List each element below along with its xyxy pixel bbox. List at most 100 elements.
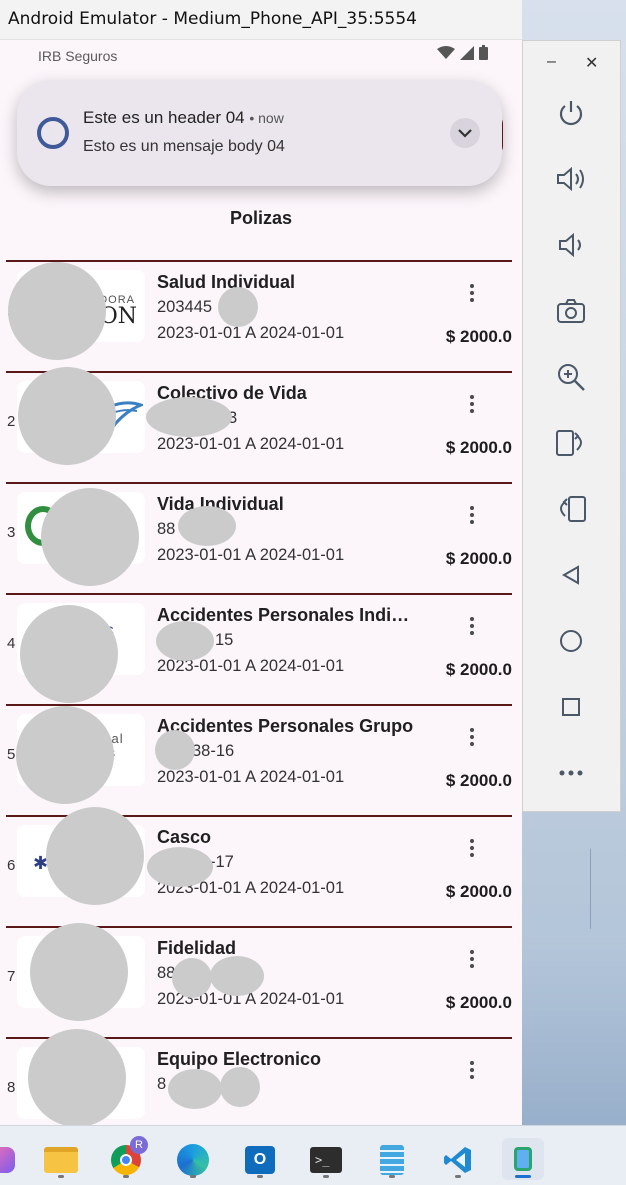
policy-row[interactable]: 2 Colectivo de Vida 3 2023-01-01 A 2024-… <box>6 367 512 482</box>
redaction-blob <box>46 807 144 905</box>
notification-header: Este es un header 04 • now <box>83 108 284 128</box>
notepad-icon[interactable] <box>374 1142 410 1178</box>
more-options-icon[interactable] <box>468 1061 476 1081</box>
row-index: 3 <box>7 524 16 541</box>
back-button[interactable] <box>551 555 591 595</box>
file-explorer-icon[interactable] <box>43 1142 79 1178</box>
policy-name: Equipo Electronico <box>157 1049 322 1069</box>
more-options-icon[interactable] <box>468 284 476 304</box>
rotate-right-icon <box>560 496 586 522</box>
camera-icon <box>557 299 585 323</box>
notification-time: • now <box>249 110 284 126</box>
redaction-blob <box>28 1029 126 1125</box>
policy-row[interactable]: 5 onal ros Accidentes Personales Grupo 3… <box>6 704 512 815</box>
power-button[interactable] <box>551 93 591 133</box>
redaction-blob <box>30 923 128 1021</box>
expand-notification-button[interactable] <box>450 118 480 148</box>
redaction-blob <box>172 958 212 998</box>
policy-row[interactable]: 1 ADORA ON Salud Individual 203445 2023-… <box>6 260 512 371</box>
row-index: 2 <box>7 413 16 430</box>
row-index: 4 <box>7 635 16 652</box>
redaction-blob <box>210 956 264 996</box>
policy-name: Casco <box>157 827 212 847</box>
home-button[interactable] <box>551 621 591 661</box>
row-index: 7 <box>7 968 16 985</box>
redaction-blob <box>16 706 114 804</box>
policy-row[interactable]: 3 Vida Individual 88 2023-01-01 A 2024-0… <box>6 482 512 593</box>
volume-down-icon <box>559 232 581 258</box>
policy-number: -17 <box>210 853 234 871</box>
redaction-blob <box>41 488 139 586</box>
rotate-right-button[interactable] <box>551 489 591 529</box>
chevron-down-icon <box>458 129 472 138</box>
back-icon <box>561 565 579 585</box>
chrome-profile-badge: R <box>130 1136 148 1154</box>
redaction-blob <box>18 367 116 465</box>
more-button[interactable] <box>551 753 591 793</box>
volume-up-icon <box>557 166 584 192</box>
redaction-blob <box>220 1067 260 1107</box>
zoom-icon <box>558 364 585 391</box>
policy-amount: $ 2000.0 <box>445 771 512 790</box>
policy-number: 15 <box>215 631 234 649</box>
power-icon <box>559 101 583 126</box>
policy-amount: $ 2000.0 <box>445 549 512 568</box>
more-icon <box>559 770 583 776</box>
zoom-button[interactable] <box>551 357 591 397</box>
redaction-blob <box>156 621 214 661</box>
more-options-icon[interactable] <box>468 839 476 859</box>
home-icon <box>560 630 582 652</box>
page-title: Polizas <box>229 208 293 228</box>
battery-icon <box>479 45 488 60</box>
policy-row[interactable]: 8 Equipo Electronico 8 <box>6 1029 512 1125</box>
policy-amount: $ 2000.0 <box>445 993 512 1012</box>
volume-down-button[interactable] <box>551 225 591 265</box>
more-options-icon[interactable] <box>468 617 476 637</box>
policy-row[interactable]: 4 S Accidentes Personales Individual 15 … <box>6 593 512 704</box>
taskbar: R O >_ <box>0 1125 626 1185</box>
signal-icon <box>460 45 474 60</box>
redaction-blob <box>147 847 213 887</box>
policy-dates: 2023-01-01 A 2024-01-01 <box>157 768 345 786</box>
overview-button[interactable] <box>551 687 591 727</box>
policy-name: Salud Individual <box>157 272 296 292</box>
system-icons <box>437 45 488 60</box>
desktop-wallpaper-detail <box>590 848 626 952</box>
redaction-blob <box>218 287 258 327</box>
vscode-icon[interactable] <box>440 1142 476 1178</box>
screenshot-button[interactable] <box>551 291 591 331</box>
rotate-left-icon <box>556 430 582 456</box>
policy-amount: $ 2000.0 <box>445 882 512 901</box>
terminal-icon[interactable]: >_ <box>308 1142 344 1178</box>
more-options-icon[interactable] <box>468 950 476 970</box>
policy-number: 203445 <box>157 298 213 316</box>
notification-body: Esto es un mensaje body 04 <box>83 138 285 155</box>
policy-row[interactable]: 7 Fidelidad 88 2023-01-01 A 2024-01-01 $… <box>6 923 512 1037</box>
more-options-icon[interactable] <box>468 395 476 415</box>
redaction-blob <box>20 605 118 703</box>
policy-row[interactable]: 6 ✱ Casco -17 2023-01-01 A 2024-01-01 $ … <box>6 807 512 926</box>
window-title: Android Emulator - Medium_Phone_API_35:5… <box>0 0 522 40</box>
policy-amount: $ 2000.0 <box>445 327 512 346</box>
close-icon[interactable]: ✕ <box>585 53 598 73</box>
row-index: 8 <box>7 1079 16 1096</box>
more-options-icon[interactable] <box>468 728 476 748</box>
policy-name: Accidentes Personales Grupo <box>157 716 414 736</box>
row-index: 6 <box>7 857 16 874</box>
redaction-blob <box>168 1069 222 1109</box>
row-index: 5 <box>7 746 16 763</box>
more-options-icon[interactable] <box>468 506 476 526</box>
emulator-controls-panel: – ✕ <box>522 40 621 812</box>
notification-card[interactable]: Este es un header 04 • now Esto es un me… <box>17 80 502 186</box>
redaction-blob <box>8 262 106 360</box>
minimize-icon[interactable]: – <box>547 53 556 71</box>
volume-up-button[interactable] <box>551 159 591 199</box>
policy-dates: 2023-01-01 A 2024-01-01 <box>157 435 345 453</box>
outlook-icon[interactable]: O <box>242 1142 278 1178</box>
android-studio-icon[interactable] <box>502 1138 544 1180</box>
chrome-icon[interactable]: R <box>108 1136 148 1178</box>
redaction-blob <box>178 506 236 546</box>
copilot-icon[interactable] <box>0 1142 20 1178</box>
rotate-left-button[interactable] <box>551 423 591 463</box>
edge-icon[interactable] <box>175 1142 211 1178</box>
